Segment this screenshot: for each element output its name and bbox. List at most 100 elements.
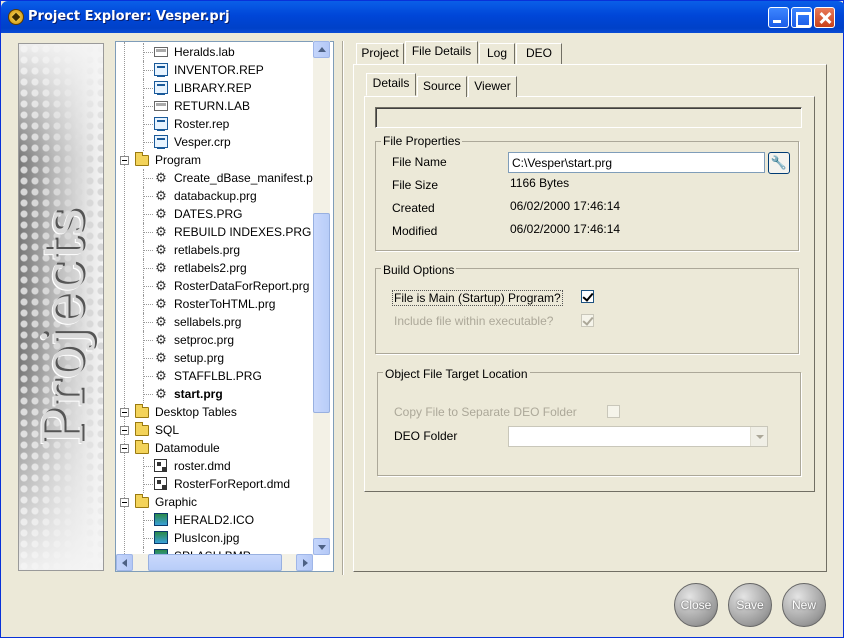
tab-source[interactable]: Source (417, 76, 467, 97)
tree-file-item[interactable]: Vesper.crp (116, 133, 316, 151)
tree-file-item[interactable]: databackup.prg (116, 187, 316, 205)
maximize-button[interactable] (791, 7, 812, 28)
report-file-icon (154, 63, 168, 77)
tree-connector (143, 97, 144, 115)
folder-icon (135, 422, 149, 436)
tree-file-item[interactable]: retlabels2.prg (116, 259, 316, 277)
program-file-icon (154, 351, 168, 365)
image-file-icon (154, 531, 168, 544)
tab-log[interactable]: Log (479, 43, 515, 64)
tree-file-item[interactable]: RETURN.LAB (116, 97, 316, 115)
tree-connector (143, 106, 153, 107)
minimize-button[interactable] (768, 7, 789, 28)
lab-file-icon (154, 101, 168, 111)
tree-connector (143, 529, 144, 547)
chevron-down-icon[interactable] (750, 427, 767, 446)
save-button[interactable]: Save (728, 583, 772, 627)
datamodule-file-icon (154, 459, 167, 472)
tree-horizontal-scrollbar[interactable] (116, 554, 313, 571)
tree-item-label: Program (155, 153, 202, 167)
deo-folder-label: DEO Folder (394, 429, 458, 443)
new-button[interactable]: New (782, 583, 826, 627)
tree-connector (143, 115, 144, 133)
collapse-toggle-icon[interactable] (120, 156, 129, 165)
tree-connector (143, 259, 144, 277)
tree-file-item[interactable]: Heralds.lab (116, 43, 316, 61)
program-file-icon (154, 297, 168, 311)
tree-item-label: databackup.prg (174, 189, 257, 203)
collapse-toggle-icon[interactable] (120, 426, 129, 435)
tree-file-item[interactable]: Roster.rep (116, 115, 316, 133)
panel-divider[interactable] (342, 41, 344, 575)
close-button[interactable]: Close (674, 583, 718, 627)
tree-folder-item[interactable]: Program (116, 151, 316, 169)
tree-folder-item[interactable]: Graphic (116, 493, 316, 511)
tree-file-item[interactable]: INVENTOR.REP (116, 61, 316, 79)
tree-folder-item[interactable]: Datamodule (116, 439, 316, 457)
tree-connector (143, 232, 153, 233)
tree-file-item[interactable]: retlabels.prg (116, 241, 316, 259)
collapse-toggle-icon[interactable] (120, 408, 129, 417)
tree-file-item[interactable]: DATES.PRG (116, 205, 316, 223)
scroll-down-arrow-icon[interactable] (313, 538, 330, 555)
tree-item-label: RETURN.LAB (174, 99, 251, 113)
scroll-up-arrow-icon[interactable] (313, 41, 330, 58)
report-file-icon (154, 81, 168, 95)
tree-file-item[interactable]: STAFFLBL.PRG (116, 367, 316, 385)
tree-connector (143, 457, 144, 475)
tab-project[interactable]: Project (356, 43, 404, 64)
tab-deo[interactable]: DEO (516, 43, 562, 64)
copy-deo-checkbox[interactable] (607, 405, 620, 418)
image-file-icon (154, 513, 168, 526)
tree-file-item[interactable]: RosterForReport.dmd (116, 475, 316, 493)
scroll-right-arrow-icon[interactable] (296, 554, 313, 571)
title-bar[interactable]: Project Explorer: Vesper.prj (1, 1, 844, 33)
collapse-toggle-icon[interactable] (120, 498, 129, 507)
tree-item-label: Datamodule (155, 441, 220, 455)
tree-vertical-scrollbar[interactable] (313, 41, 330, 555)
tree-folder-item[interactable]: Desktop Tables (116, 403, 316, 421)
tree-folder-item[interactable]: SQL (116, 421, 316, 439)
project-tree[interactable]: Heralds.lab INVENTOR.REP LIBRARY.REP RETURN… (115, 41, 334, 572)
tree-file-item[interactable]: RosterToHTML.prg (116, 295, 316, 313)
tree-connector (143, 169, 144, 187)
tree-file-item[interactable]: LIBRARY.REP (116, 79, 316, 97)
vertical-scroll-thumb[interactable] (313, 213, 330, 413)
tree-file-item[interactable]: setproc.prg (116, 331, 316, 349)
scroll-left-arrow-icon[interactable] (116, 554, 133, 571)
tree-file-item[interactable]: sellabels.prg (116, 313, 316, 331)
tree-file-item[interactable]: start.prg (116, 385, 316, 403)
build-options-title: Build Options (381, 263, 457, 277)
app-icon (8, 9, 24, 25)
datamodule-file-icon (154, 477, 167, 490)
tree-file-item[interactable]: roster.dmd (116, 457, 316, 475)
collapse-toggle-icon[interactable] (120, 444, 129, 453)
file-name-input[interactable] (508, 152, 765, 173)
tab-file-details[interactable]: File Details (405, 41, 478, 64)
tree-item-label: Heralds.lab (174, 45, 235, 59)
horizontal-scroll-thumb[interactable] (148, 554, 282, 571)
program-file-icon (154, 243, 168, 257)
tree-connector (143, 340, 153, 341)
program-file-icon (154, 369, 168, 383)
tab-details[interactable]: Details (366, 73, 416, 96)
tree-connector (143, 511, 144, 529)
tree-file-item[interactable]: PlusIcon.jpg (116, 529, 316, 547)
wrench-icon[interactable]: 🔧 (768, 152, 790, 174)
tree-connector (143, 385, 144, 403)
tree-file-item[interactable]: setup.prg (116, 349, 316, 367)
close-window-button[interactable] (814, 7, 835, 28)
tree-item-label: Graphic (155, 495, 198, 509)
tree-file-item[interactable]: Create_dBase_manifest.p (116, 169, 316, 187)
tree-item-label: Vesper.crp (174, 135, 231, 149)
tree-connector (143, 331, 144, 349)
tree-file-item[interactable]: RosterDataForReport.prg (116, 277, 316, 295)
main-program-checkbox[interactable] (581, 290, 594, 303)
tree-file-item[interactable]: HERALD2.ICO (116, 511, 316, 529)
include-executable-checkbox[interactable] (581, 314, 594, 327)
deo-folder-select[interactable] (508, 426, 768, 447)
tree-item-label: RosterDataForReport.prg (174, 279, 310, 293)
tab-viewer[interactable]: Viewer (468, 76, 517, 97)
tree-item-label: HERALD2.ICO (174, 513, 255, 527)
tree-file-item[interactable]: REBUILD INDEXES.PRG (116, 223, 316, 241)
